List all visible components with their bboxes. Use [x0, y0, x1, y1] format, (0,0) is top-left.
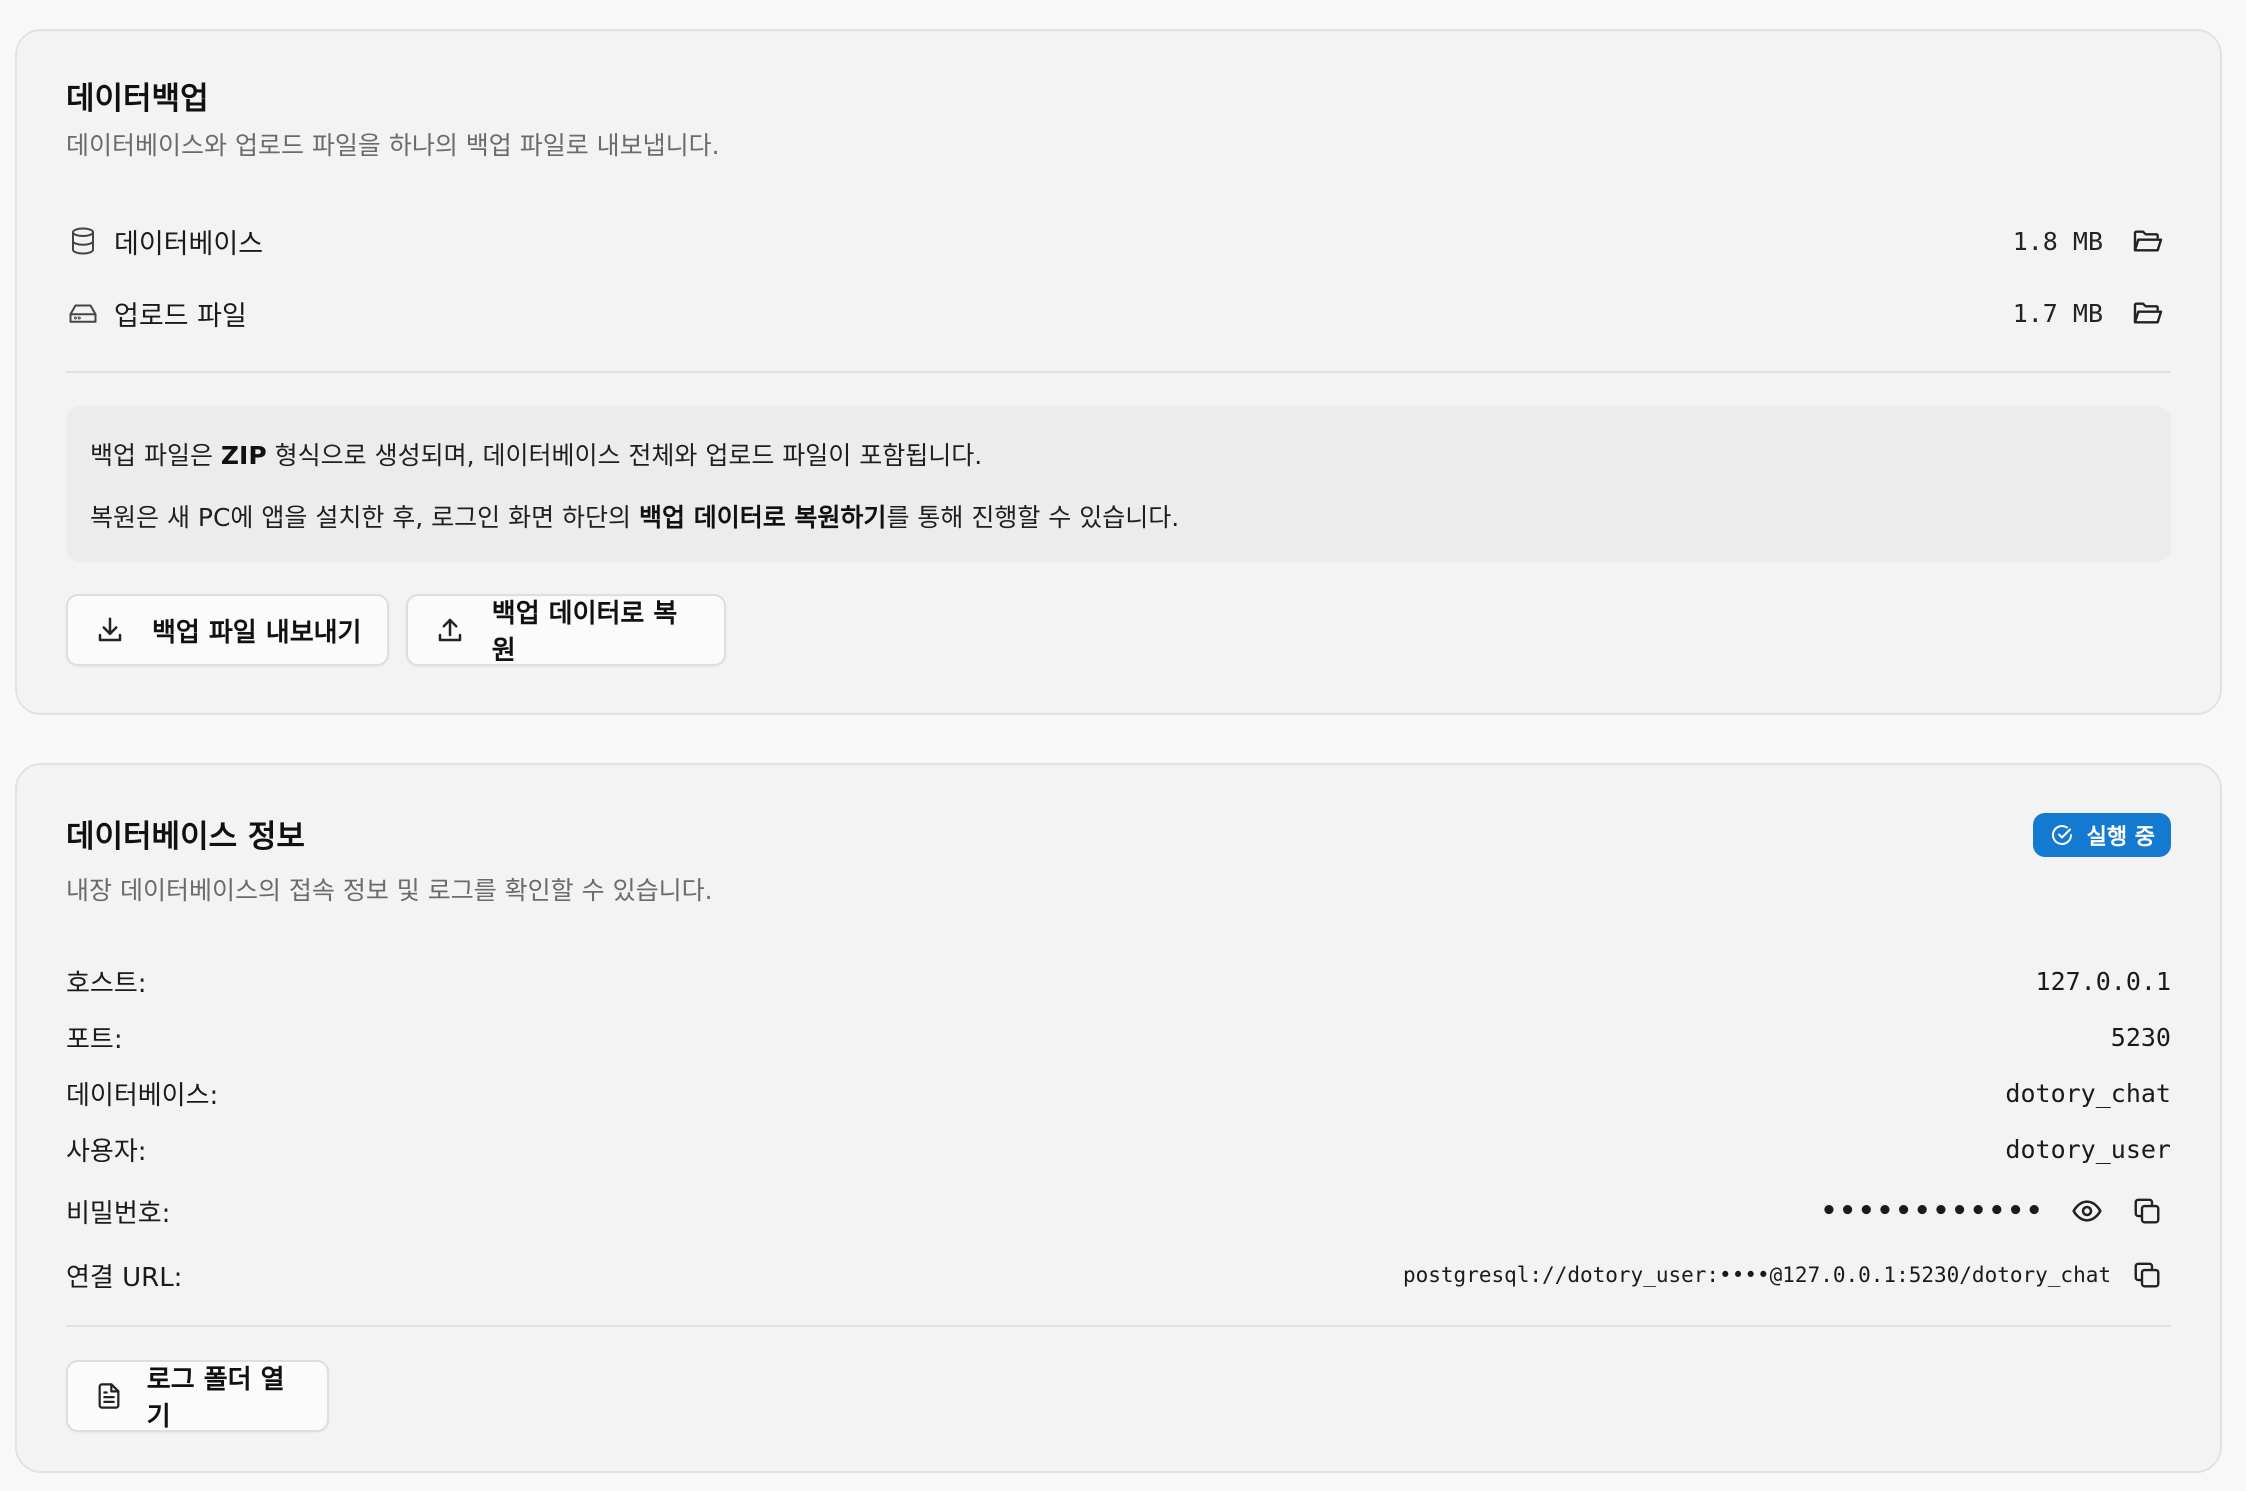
- divider: [66, 371, 2171, 373]
- database-icon: [66, 224, 100, 258]
- copy-icon: [2134, 1198, 2160, 1224]
- database-size: 1.8 MB: [2012, 226, 2103, 256]
- backup-description: 데이터베이스와 업로드 파일을 하나의 백업 파일로 내보냅니다.: [66, 131, 720, 160]
- export-backup-button[interactable]: 백업 파일 내보내기: [66, 594, 389, 666]
- port-row: 포트: 5230: [66, 1015, 2171, 1059]
- database-name-row: 데이터베이스: dotory_chat: [66, 1071, 2171, 1115]
- password-value: ••••••••••••: [1821, 1196, 2045, 1226]
- status-text: 실행 중: [2086, 825, 2155, 850]
- export-backup-label: 백업 파일 내보내기: [152, 617, 362, 648]
- folder-open-icon: [2133, 230, 2163, 252]
- toggle-password-visibility-button[interactable]: [2063, 1187, 2111, 1235]
- folder-open-icon: [2133, 302, 2163, 324]
- open-log-folder-button[interactable]: 로그 폴더 열기: [66, 1360, 329, 1432]
- eye-icon: [2072, 1200, 2102, 1222]
- copy-icon: [2134, 1262, 2160, 1288]
- database-label: 데이터베이스: [114, 228, 264, 260]
- restore-backup-label: 백업 데이터로 복원: [491, 599, 678, 666]
- database-name-value: dotory_chat: [2005, 1078, 2171, 1108]
- info-line-zip: 백업 파일은 ZIP 형식으로 생성되며, 데이터베이스 전체와 업로드 파일이…: [90, 441, 983, 470]
- file-text-icon: [92, 1378, 127, 1414]
- restore-backup-button[interactable]: 백업 데이터로 복원: [406, 594, 726, 666]
- status-badge: 실행 중: [2032, 813, 2171, 857]
- connection-url-value: postgresql://dotory_user:••••@127.0.0.1:…: [1402, 1263, 2111, 1287]
- hard-drive-icon: [66, 296, 100, 330]
- divider: [66, 1325, 2171, 1327]
- port-value: 5230: [2110, 1022, 2171, 1052]
- user-label: 사용자:: [66, 1136, 147, 1167]
- host-label: 호스트:: [66, 968, 147, 999]
- uploads-size-row: 업로드 파일 1.7 MB: [66, 289, 2171, 337]
- database-name-label: 데이터베이스:: [66, 1080, 219, 1111]
- open-log-folder-label: 로그 폴더 열기: [146, 1365, 285, 1432]
- password-label: 비밀번호:: [66, 1198, 171, 1229]
- backup-card: 데이터백업 데이터베이스와 업로드 파일을 하나의 백업 파일로 내보냅니다. …: [15, 29, 2222, 715]
- backup-info-box: 백업 파일은 ZIP 형식으로 생성되며, 데이터베이스 전체와 업로드 파일이…: [66, 406, 2171, 562]
- check-circle-icon: [2049, 822, 2075, 848]
- host-value: 127.0.0.1: [2035, 966, 2171, 996]
- uploads-size: 1.7 MB: [2012, 298, 2103, 328]
- info-line-restore: 복원은 새 PC에 앱을 설치한 후, 로그인 화면 하단의 백업 데이터로 복…: [90, 503, 1180, 532]
- database-size-row: 데이터베이스 1.8 MB: [66, 217, 2171, 265]
- uploads-label: 업로드 파일: [114, 300, 247, 332]
- copy-password-button[interactable]: [2123, 1187, 2171, 1235]
- host-row: 호스트: 127.0.0.1: [66, 959, 2171, 1003]
- backup-title: 데이터백업: [66, 81, 209, 117]
- open-database-folder-button[interactable]: [2123, 217, 2171, 265]
- connection-url-label: 연결 URL:: [66, 1262, 183, 1293]
- database-info-description: 내장 데이터베이스의 접속 정보 및 로그를 확인할 수 있습니다.: [66, 876, 713, 905]
- user-value: dotory_user: [2005, 1134, 2171, 1164]
- password-row: 비밀번호: ••••••••••••: [66, 1185, 2171, 1237]
- connection-url-row: 연결 URL: postgresql://dotory_user:••••@12…: [66, 1249, 2171, 1301]
- database-info-card: 데이터베이스 정보 실행 중 내장 데이터베이스의 접속 정보 및 로그를 확인…: [15, 763, 2222, 1473]
- user-row: 사용자: dotory_user: [66, 1127, 2171, 1171]
- database-info-title: 데이터베이스 정보: [66, 819, 305, 855]
- download-icon: [92, 612, 128, 648]
- upload-icon: [432, 612, 468, 648]
- copy-url-button[interactable]: [2123, 1251, 2171, 1299]
- port-label: 포트:: [66, 1024, 123, 1055]
- open-uploads-folder-button[interactable]: [2123, 289, 2171, 337]
